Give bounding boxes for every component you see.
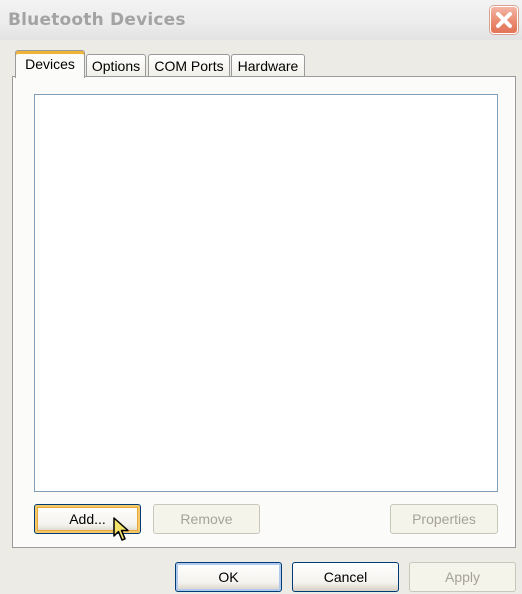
pointer-cursor-icon bbox=[113, 517, 129, 541]
device-list[interactable] bbox=[34, 94, 498, 492]
ok-button[interactable]: OK bbox=[175, 562, 282, 592]
close-button[interactable] bbox=[490, 6, 518, 34]
properties-button-label: Properties bbox=[412, 511, 476, 527]
tab-options[interactable]: Options bbox=[86, 54, 146, 76]
apply-button[interactable]: Apply bbox=[409, 562, 516, 592]
tab-com-ports[interactable]: COM Ports bbox=[148, 54, 230, 76]
tab-hardware-label: Hardware bbox=[237, 58, 299, 74]
add-button-label: Add... bbox=[69, 511, 106, 527]
remove-button-label: Remove bbox=[180, 511, 233, 527]
title-bar[interactable]: Bluetooth Devices bbox=[0, 0, 522, 40]
properties-button[interactable]: Properties bbox=[390, 504, 498, 534]
window-title: Bluetooth Devices bbox=[8, 10, 186, 30]
tab-devices[interactable]: Devices bbox=[15, 50, 85, 78]
bluetooth-devices-dialog: Bluetooth Devices Devices Options COM Po… bbox=[0, 0, 522, 594]
cancel-button-label: Cancel bbox=[323, 569, 368, 585]
tab-devices-label: Devices bbox=[25, 56, 75, 72]
ok-button-label: OK bbox=[218, 569, 239, 585]
close-icon bbox=[496, 12, 512, 28]
cancel-button[interactable]: Cancel bbox=[292, 562, 399, 592]
remove-button[interactable]: Remove bbox=[153, 504, 260, 534]
tab-com-ports-label: COM Ports bbox=[154, 58, 224, 74]
apply-button-label: Apply bbox=[444, 569, 481, 585]
tab-hardware[interactable]: Hardware bbox=[231, 54, 305, 76]
tab-options-label: Options bbox=[91, 58, 141, 74]
